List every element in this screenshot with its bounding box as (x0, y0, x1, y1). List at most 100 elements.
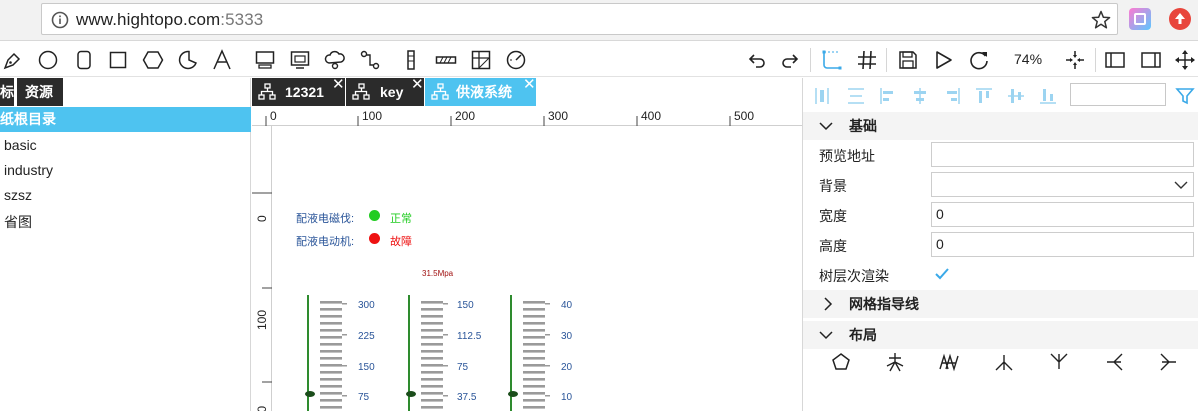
doc-tab-key[interactable]: key ✕ (346, 76, 424, 106)
section-grid-header[interactable]: 网格指导线 (803, 290, 1198, 318)
tree-render-checkbox[interactable] (933, 265, 951, 283)
doc-tab-supply-system[interactable]: 供液系统 ✕ (425, 76, 536, 106)
chevron-right-icon (824, 297, 833, 311)
redo-icon[interactable] (779, 49, 801, 71)
gauge-tick-label: 225 (358, 331, 375, 342)
status-label: 配液电动机: (296, 236, 355, 248)
edge-tool-icon[interactable] (359, 49, 381, 71)
filter-icon[interactable] (1175, 86, 1195, 106)
pen-tool-icon[interactable] (2, 49, 24, 71)
gauge-2[interactable]: 150 112.5 75 37.5 (406, 295, 482, 411)
info-icon[interactable] (51, 11, 69, 29)
snap-toggle-icon[interactable] (821, 49, 843, 71)
prop-label-preview-url: 预览地址 (819, 148, 875, 164)
toggle-right-panel-icon[interactable] (1140, 49, 1162, 71)
chevron-down-icon (1174, 181, 1188, 189)
panel-tab-resources[interactable]: 资源 (17, 78, 63, 106)
text-tool-icon[interactable] (211, 49, 233, 71)
preview-url-input[interactable] (931, 142, 1194, 167)
zoom-level[interactable]: 74% (1014, 51, 1042, 67)
align-center-h-icon[interactable] (846, 86, 866, 106)
circle-tool-icon[interactable] (37, 49, 59, 71)
url-text[interactable]: www.hightopo.com:5333 (76, 10, 263, 30)
tree-root-item[interactable]: 纸根目录 (0, 107, 251, 132)
align-left-icon[interactable] (814, 86, 834, 106)
preview-play-icon[interactable] (932, 49, 954, 71)
network-icon (352, 83, 370, 100)
filter-input[interactable] (1070, 83, 1166, 106)
status-label: 配液电磁伐: (296, 213, 355, 225)
gauge-tick-label: 75 (358, 392, 370, 403)
toolbar-separator (1095, 48, 1096, 72)
align-top-left-icon[interactable] (878, 86, 898, 106)
layout-towardnorth-icon[interactable] (1048, 351, 1070, 373)
chevron-down-icon (819, 122, 833, 131)
bookmark-star-icon[interactable] (1091, 10, 1111, 30)
align-middle-icon[interactable] (910, 86, 930, 106)
gauge-tick-label: 112.5 (457, 331, 482, 342)
prop-label-background: 背景 (819, 178, 847, 194)
gauge-tool-icon[interactable] (505, 49, 527, 71)
section-title: 网格指导线 (849, 296, 919, 312)
tree-item[interactable]: basic (4, 137, 37, 153)
network-icon (258, 83, 276, 100)
gauge-3[interactable]: 40 30 20 10 (508, 295, 573, 411)
close-tab-icon[interactable]: ✕ (523, 71, 536, 99)
document-tabs: 12321 ✕ key ✕ 供液系统 ✕ (252, 76, 802, 106)
prop-label-tree-render: 树层次渲染 (819, 268, 889, 284)
ruler-label: 300 (548, 109, 569, 123)
fullscreen-move-icon[interactable] (1174, 49, 1196, 71)
cloud-tool-icon[interactable] (324, 49, 346, 71)
pipe-tool-icon[interactable] (400, 49, 422, 71)
layout-towardwest-icon[interactable] (1103, 351, 1125, 373)
layout-towardsouth-icon[interactable] (993, 351, 1015, 373)
toolbar-separator (810, 48, 811, 72)
hexagon-tool-icon[interactable] (142, 49, 164, 71)
tree-item[interactable]: 省图 (4, 212, 32, 232)
layout-symmetric-icon[interactable] (884, 351, 906, 373)
arc-tool-icon[interactable] (177, 49, 199, 71)
doc-tab-label: key (380, 84, 404, 100)
layout-towardeast-icon[interactable] (1158, 351, 1180, 373)
layout-hierarchical-icon[interactable] (938, 351, 960, 373)
layout-circular-icon[interactable] (830, 351, 852, 373)
chevron-down-icon (819, 331, 833, 340)
section-layout-header[interactable]: 布局 (803, 321, 1198, 349)
align-center-v-icon[interactable] (1006, 86, 1026, 106)
align-top-icon[interactable] (974, 86, 994, 106)
bar-tool-icon[interactable] (435, 49, 457, 71)
pressure-label: 31.5Mpa (422, 269, 454, 278)
undo-icon[interactable] (746, 49, 768, 71)
address-bar[interactable]: www.hightopo.com:5333 (41, 3, 1118, 35)
toggle-left-panel-icon[interactable] (1104, 49, 1126, 71)
rounded-rect-tool-icon[interactable] (73, 49, 95, 71)
background-select[interactable] (931, 172, 1194, 197)
window-tool-icon[interactable] (289, 49, 311, 71)
doc-tab-12321[interactable]: 12321 ✕ (252, 76, 345, 106)
rect-tool-icon[interactable] (107, 49, 129, 71)
gauge-1[interactable]: 300 225 150 75 (305, 295, 375, 411)
diagram-canvas[interactable]: 0 100 200 300 400 500 0 100 200 配液电磁伐: 正… (252, 106, 802, 411)
upload-extension-icon[interactable] (1169, 8, 1191, 30)
width-input[interactable]: 0 (931, 202, 1194, 227)
close-tab-icon[interactable]: ✕ (332, 71, 345, 99)
browser-chrome: www.hightopo.com:5333 (0, 0, 1198, 41)
gauge-ticks (523, 301, 545, 409)
save-icon[interactable] (897, 49, 919, 71)
align-right-icon[interactable] (942, 86, 962, 106)
left-panel: 标 资源 纸根目录 basic industry szsz 省图 (0, 78, 251, 411)
grid-toggle-icon[interactable] (856, 49, 878, 71)
fit-content-icon[interactable] (1064, 49, 1086, 71)
status-dot (369, 233, 380, 244)
panel-tab-icons[interactable]: 标 (0, 78, 14, 106)
tree-item[interactable]: szsz (4, 187, 32, 203)
section-basic-header[interactable]: 基础 (803, 112, 1198, 140)
tree-item[interactable]: industry (4, 162, 53, 178)
extension-icon[interactable] (1129, 8, 1151, 30)
height-input[interactable]: 0 (931, 232, 1194, 257)
close-tab-icon[interactable]: ✕ (411, 71, 424, 99)
refresh-icon[interactable] (968, 49, 990, 71)
align-bottom-icon[interactable] (1038, 86, 1058, 106)
monitor-tool-icon[interactable] (254, 49, 276, 71)
table-tool-icon[interactable] (470, 49, 492, 71)
